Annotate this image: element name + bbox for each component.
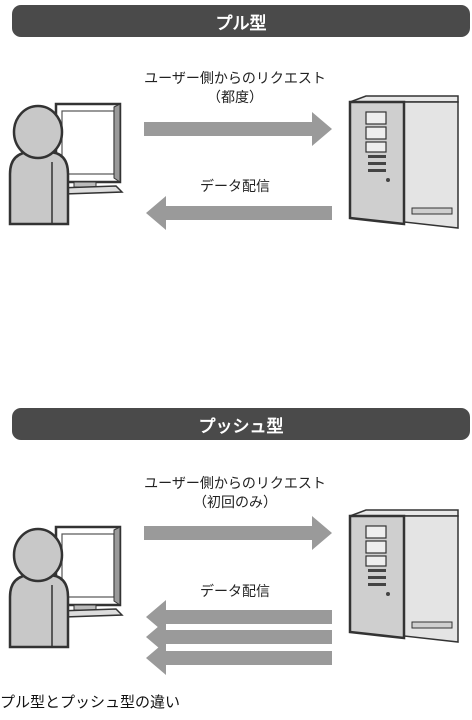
pull-server-icon — [348, 94, 460, 230]
push-server-icon — [348, 508, 460, 644]
push-request-arrow-icon — [144, 516, 332, 550]
push-response-arrow-icon-1 — [146, 600, 332, 634]
push-user-icon — [8, 525, 124, 649]
pull-response-arrow-icon — [146, 196, 332, 230]
pull-user-icon — [8, 102, 124, 226]
pull-request-arrow-icon — [144, 112, 332, 146]
push-response-arrow-icon-3 — [146, 641, 332, 675]
push-response-arrow-icon-2 — [146, 620, 332, 654]
diagram-graphics — [8, 94, 460, 675]
